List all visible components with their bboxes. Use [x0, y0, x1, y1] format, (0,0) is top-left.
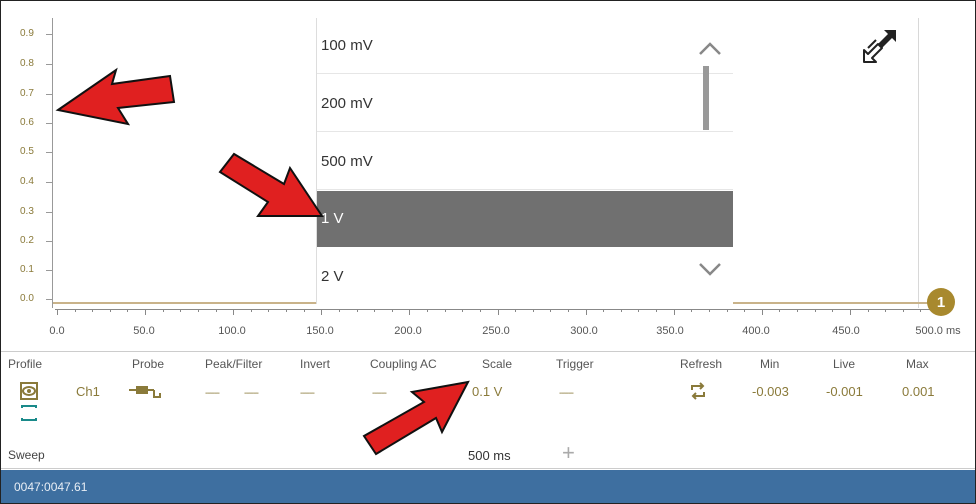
screenshot-frame — [0, 0, 976, 504]
